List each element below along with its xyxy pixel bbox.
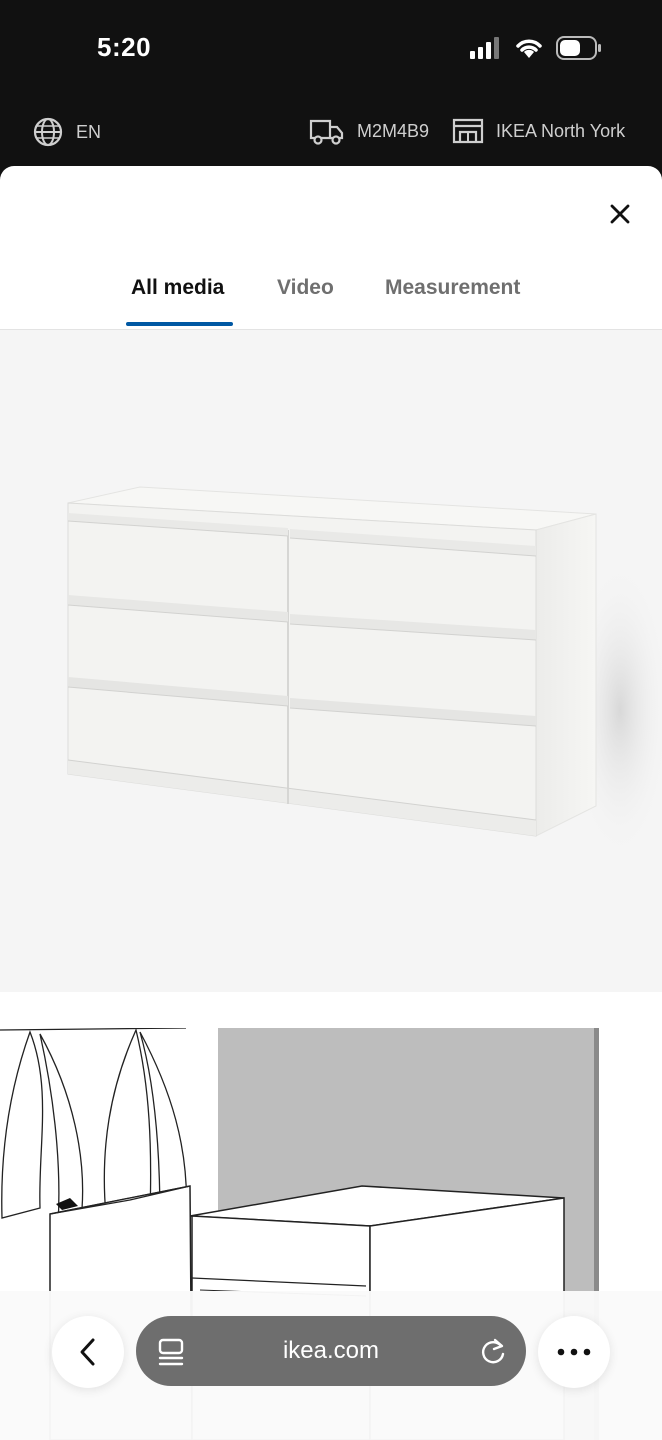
signal-icon bbox=[470, 37, 499, 59]
language-label: EN bbox=[76, 121, 102, 142]
more-icon bbox=[557, 1348, 591, 1356]
more-button[interactable] bbox=[538, 1316, 610, 1388]
reload-icon[interactable] bbox=[480, 1338, 506, 1366]
back-chevron-icon bbox=[80, 1338, 95, 1366]
delivery-truck-icon bbox=[309, 119, 344, 145]
status-bar: 5:20 bbox=[0, 0, 662, 100]
postal-code-label: M2M4B9 bbox=[357, 120, 430, 141]
wifi-icon bbox=[516, 39, 542, 58]
site-bar: EN M2M4B9 IKEA North York bbox=[0, 100, 662, 166]
back-button[interactable] bbox=[52, 1316, 124, 1388]
active-tab-indicator bbox=[126, 322, 233, 326]
tab-video[interactable]: Video bbox=[277, 276, 334, 300]
media-image-dresser[interactable] bbox=[0, 330, 662, 992]
status-icons bbox=[470, 36, 602, 60]
url-text: ikea.com bbox=[282, 1337, 380, 1364]
media-tabs: All media Video Measurement bbox=[0, 266, 662, 330]
store-icon bbox=[452, 118, 484, 144]
tab-menu-icon bbox=[158, 1338, 184, 1366]
store-label: IKEA North York bbox=[496, 120, 626, 141]
close-icon bbox=[610, 204, 630, 224]
store-selector[interactable]: IKEA North York bbox=[452, 116, 625, 146]
address-bar[interactable]: ikea.com bbox=[136, 1316, 526, 1386]
battery-icon bbox=[556, 36, 601, 60]
tab-all-media[interactable]: All media bbox=[131, 276, 224, 300]
status-time: 5:20 bbox=[97, 32, 152, 62]
dresser-illustration bbox=[67, 486, 662, 860]
language-selector[interactable]: EN bbox=[32, 116, 101, 148]
close-button[interactable] bbox=[598, 192, 642, 236]
globe-icon bbox=[33, 117, 63, 147]
browser-toolbar: ikea.com bbox=[0, 1291, 662, 1440]
postal-code-selector[interactable]: M2M4B9 bbox=[309, 116, 429, 146]
tab-measurement[interactable]: Measurement bbox=[385, 276, 520, 300]
media-modal: All media Video Measurement bbox=[0, 166, 662, 1440]
